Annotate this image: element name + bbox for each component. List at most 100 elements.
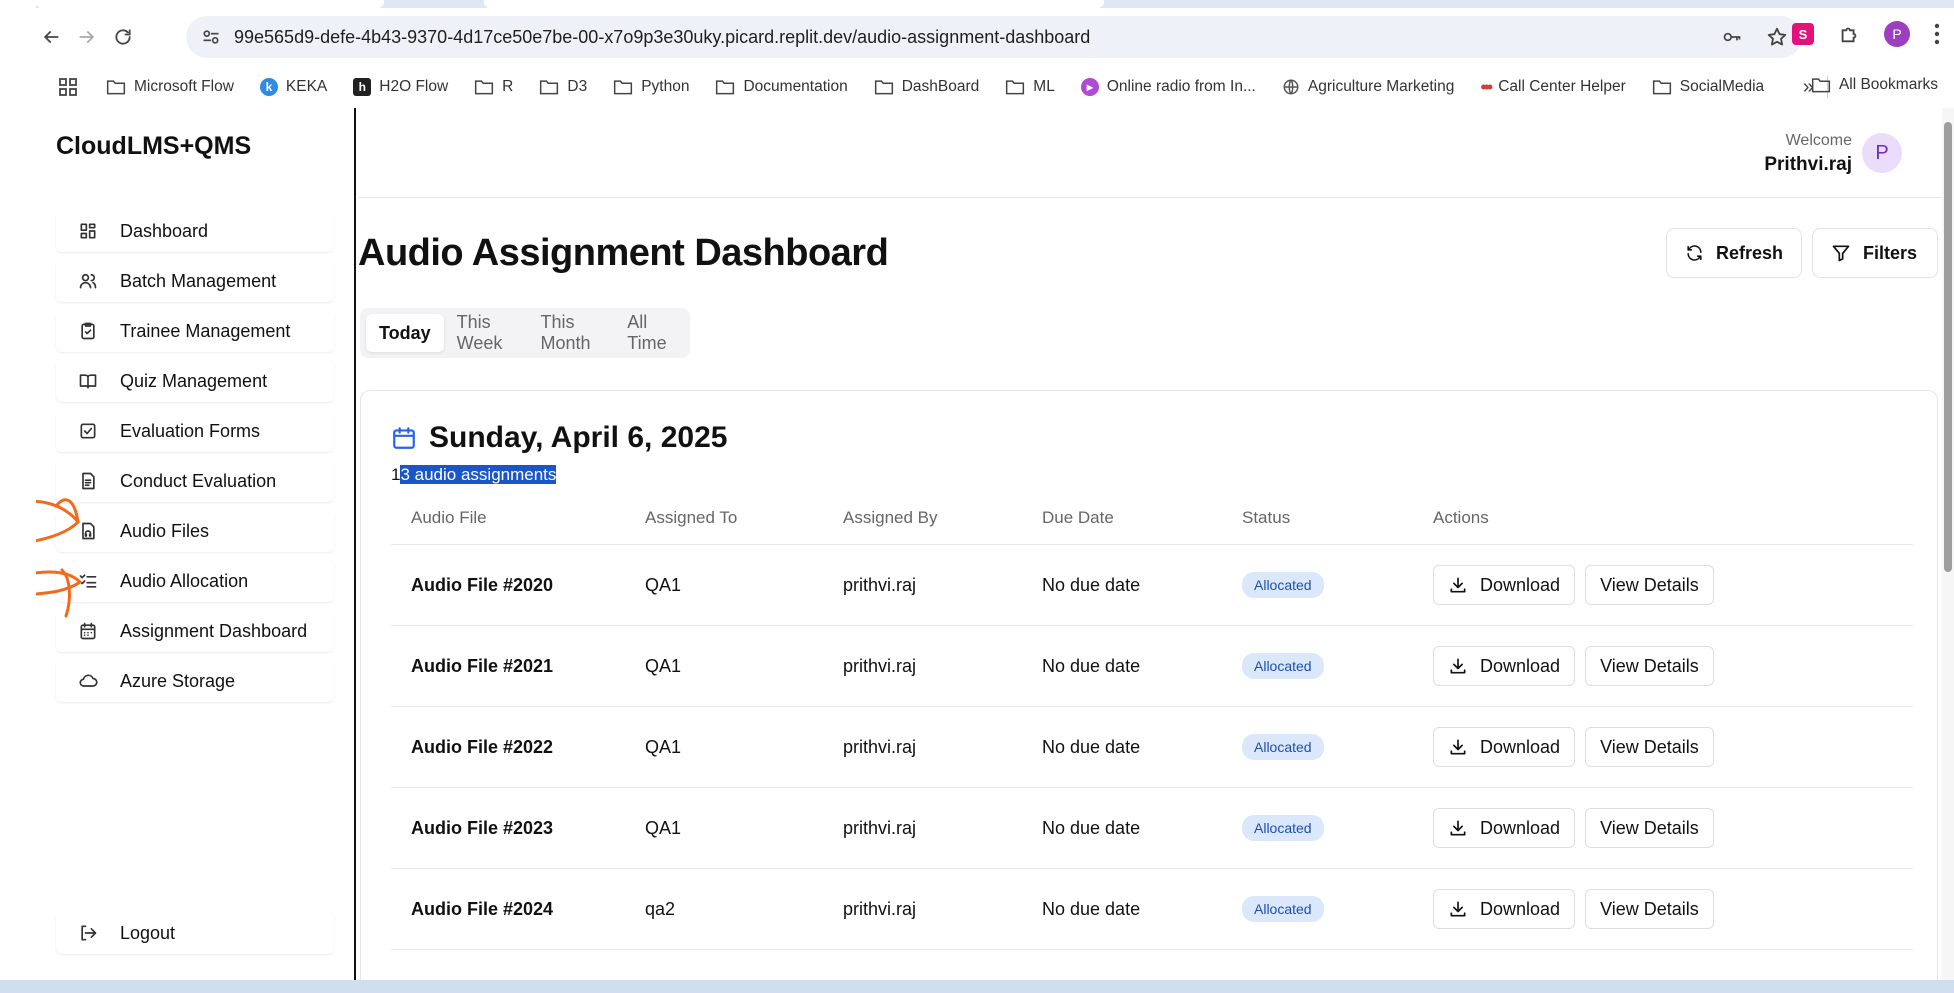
bookmark-item[interactable]: Microsoft Flow [106,78,234,96]
assigned-by: prithvi.raj [843,574,917,595]
sidebar-item-label: Batch Management [120,270,277,291]
audio-file-name: Audio File #2023 [411,817,554,838]
user-avatar[interactable]: P [1862,133,1902,173]
sidebar-item-audio-allocation[interactable]: Audio Allocation [56,560,334,602]
bookmark-item[interactable]: Agriculture Marketing [1282,78,1454,96]
apps-grid-icon[interactable] [58,77,78,97]
sidebar: CloudLMS+QMS Dashboard Batch Management Tr… [36,108,356,980]
sidebar-item-dashboard[interactable]: Dashboard [56,210,334,252]
address-bar[interactable]: 99e565d9-defe-4b43-9370-4d17ce50e7be-00-… [186,16,1802,58]
tab-today[interactable]: Today [366,314,444,352]
download-button[interactable]: Download [1433,808,1576,848]
sidebar-item-label: Azure Storage [120,670,236,691]
sidebar-item-audio-files[interactable]: Audio Files [56,510,334,552]
bookmark-item[interactable]: ML [1005,78,1055,96]
view-details-button[interactable]: View Details [1585,808,1714,848]
extension-icon[interactable]: S [1792,23,1814,45]
kebab-menu-icon[interactable] [1934,23,1940,45]
bookmark-item[interactable]: h H2O Flow [353,78,448,96]
bookmark-item[interactable]: SocialMedia [1652,78,1764,96]
sidebar-item-conduct-evaluation[interactable]: Conduct Evaluation [56,460,334,502]
bookmark-item[interactable]: Python [613,78,689,96]
tab-strip [36,0,1954,8]
tab-this-month[interactable]: This Month [528,312,615,353]
download-icon [1450,739,1466,755]
refresh-button[interactable]: Refresh [1666,228,1802,278]
os-taskbar [0,980,1954,993]
audio-file-name: Audio File #2024 [411,898,554,919]
sidebar-item-assignment-dashboard[interactable]: Assignment Dashboard [56,610,334,652]
filters-button[interactable]: Filters [1812,228,1938,278]
bookmark-item[interactable]: ▸ Online radio from In... [1080,78,1256,96]
star-icon[interactable] [1766,26,1788,48]
browser-tab[interactable] [36,0,384,8]
bookmark-item[interactable]: ••• Call Center Helper [1480,77,1625,98]
tab-all-time[interactable]: All Time [614,312,684,353]
profile-avatar[interactable]: P [1884,21,1910,47]
bookmark-list: Microsoft Flow k KEKA h H2O Flow R D3 Python Doc… [106,77,1790,98]
bookmark-item[interactable]: DashBoard [874,78,979,96]
sidebar-item-label: Conduct Evaluation [120,470,277,491]
site-info-icon[interactable] [200,26,222,48]
list-checks-icon [56,571,120,591]
url-text[interactable]: 99e565d9-defe-4b43-9370-4d17ce50e7be-00-… [234,27,1090,48]
column-header: Audio File [411,507,487,527]
sidebar-item-label: Trainee Management [120,320,291,341]
view-details-button[interactable]: View Details [1585,565,1714,605]
refresh-label: Refresh [1715,242,1783,263]
page-title: Audio Assignment Dashboard [358,232,889,274]
tab-this-week[interactable]: This Week [444,312,528,353]
logout-button[interactable]: Logout [56,912,334,954]
sidebar-nav: Dashboard Batch Management Trainee Managem… [56,210,334,710]
view-details-button[interactable]: View Details [1585,646,1714,686]
sidebar-item-batch-management[interactable]: Batch Management [56,260,334,302]
back-button[interactable] [36,22,66,52]
filters-label: Filters [1863,242,1918,263]
download-button[interactable]: Download [1433,646,1576,686]
folder-icon [106,80,126,95]
bookmark-item[interactable]: D3 [539,78,587,96]
due-date: No due date [1042,574,1141,595]
h2o-favicon: h [353,78,372,96]
scrollbar-thumb[interactable] [1944,122,1952,572]
calendar-icon [56,621,120,641]
download-button[interactable]: Download [1433,727,1576,767]
checkbox-icon [56,421,120,441]
browser-tab[interactable] [484,0,1104,8]
download-button[interactable]: Download [1433,565,1576,605]
bookmark-label: Documentation [743,78,848,95]
bookmark-item[interactable]: R [474,78,513,96]
radio-favicon: ▸ [1080,78,1099,96]
key-icon[interactable] [1720,27,1744,47]
all-bookmarks[interactable]: All Bookmarks [1811,76,1938,94]
due-date: No due date [1042,898,1141,919]
arrow-right-icon [79,31,95,43]
puzzle-icon[interactable] [1838,23,1860,45]
bookmark-item[interactable]: Documentation [715,78,848,96]
sidebar-item-quiz-management[interactable]: Quiz Management [56,360,334,402]
table-header-row: Audio File Assigned To Assigned By Due Date… [391,491,1913,545]
bookmark-label: Agriculture Marketing [1307,78,1455,95]
assigned-to: QA1 [645,655,682,676]
actions-cell: Download View Details [1433,646,1913,686]
view-details-button[interactable]: View Details [1585,889,1714,929]
actions-cell: Download View Details [1433,808,1913,848]
sidebar-item-trainee-management[interactable]: Trainee Management [56,310,334,352]
users-icon [56,271,120,291]
view-details-button[interactable]: View Details [1585,727,1714,767]
assigned-to: QA1 [645,736,682,757]
column-header: Status [1242,507,1291,527]
folder-icon [1811,78,1831,93]
all-bookmarks-label: All Bookmarks [1838,76,1938,93]
sidebar-item-evaluation-forms[interactable]: Evaluation Forms [56,410,334,452]
file-audio-icon [56,521,120,541]
sidebar-item-azure-storage[interactable]: Azure Storage [56,660,334,702]
reload-button[interactable] [108,22,138,52]
bookmark-item[interactable]: k KEKA [259,78,327,96]
browser-toolbar: 99e565d9-defe-4b43-9370-4d17ce50e7be-00-… [36,8,1954,66]
column-header: Assigned By [843,507,938,527]
page-scrollbar[interactable] [1942,108,1954,980]
folder-icon [1652,80,1671,95]
download-button[interactable]: Download [1433,889,1576,929]
forward-button[interactable] [72,22,102,52]
